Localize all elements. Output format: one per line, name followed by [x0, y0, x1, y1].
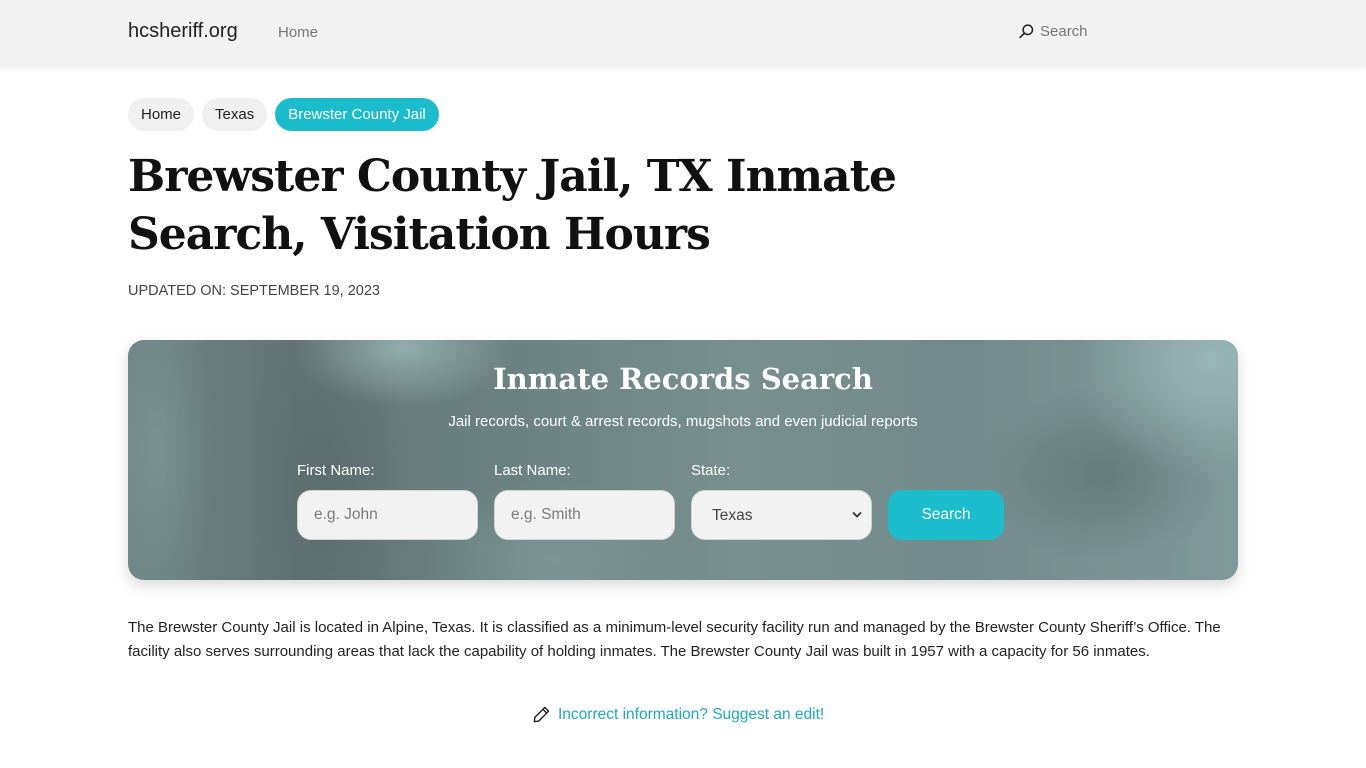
suggest-edit-link[interactable]: Incorrect information? Suggest an edit!: [532, 705, 824, 724]
nav-search-label: Search: [1040, 23, 1088, 40]
last-name-label: Last Name:: [494, 462, 571, 479]
search-card-subtitle: Jail records, court & arrest records, mu…: [448, 413, 918, 430]
state-field-group: State: Texas: [691, 462, 872, 540]
facility-description: The Brewster County Jail is located in A…: [128, 619, 1221, 660]
breadcrumb: Home Texas Brewster County Jail: [128, 98, 439, 131]
nav-search-button[interactable]: Search: [1018, 23, 1088, 40]
updated-date: UPDATED ON: SEPTEMBER 19, 2023: [128, 283, 380, 299]
first-name-label: First Name:: [297, 462, 375, 479]
last-name-field-group: Last Name:: [494, 462, 675, 540]
site-brand-link[interactable]: hcsheriff.org: [128, 20, 238, 43]
breadcrumb-texas[interactable]: Texas: [202, 98, 268, 131]
search-button[interactable]: Search: [888, 490, 1004, 540]
page-title: Brewster County Jail, TX Inmate Search, …: [128, 151, 897, 260]
inmate-search-card: Inmate Records Search Jail records, cour…: [128, 340, 1238, 580]
suggest-edit-label: Incorrect information? Suggest an edit!: [558, 705, 825, 723]
breadcrumb-home[interactable]: Home: [128, 98, 195, 131]
pencil-icon: [533, 706, 550, 723]
last-name-input[interactable]: [494, 490, 675, 540]
search-card-title: Inmate Records Search: [493, 362, 873, 396]
search-icon: [1019, 24, 1034, 39]
first-name-field-group: First Name:: [297, 462, 478, 540]
breadcrumb-brewster-county-jail[interactable]: Brewster County Jail: [275, 98, 439, 131]
nav-home-link[interactable]: Home: [278, 24, 318, 41]
state-select[interactable]: Texas: [691, 490, 872, 540]
top-navbar: hcsheriff.org Home Search: [0, 0, 1366, 66]
first-name-input[interactable]: [297, 490, 478, 540]
state-label: State:: [691, 462, 731, 479]
